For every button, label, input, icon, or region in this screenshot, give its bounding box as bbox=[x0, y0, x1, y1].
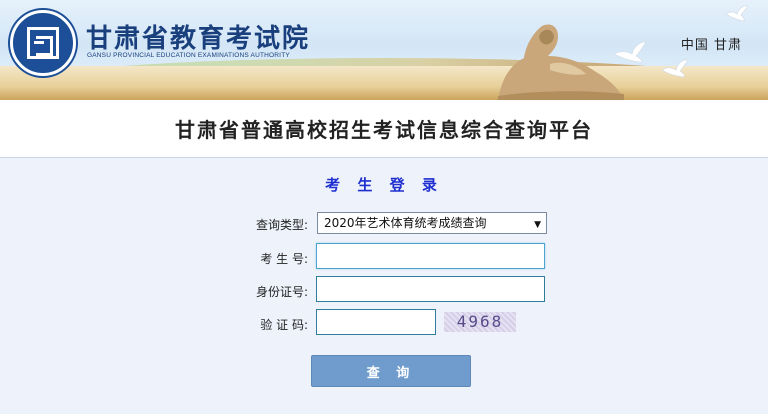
id-no-label: 身份证号: bbox=[255, 285, 308, 299]
org-name-en: GANSU PROVINCIAL EDUCATION EXAMINATIONS … bbox=[87, 52, 290, 59]
title-bar: 甘肃省普通高校招生考试信息综合查询平台 bbox=[0, 100, 768, 158]
org-name: 甘肃省教育考试院 bbox=[86, 24, 311, 54]
header-banner: 甘肃省教育考试院 GANSU PROVINCIAL EDUCATION EXAM… bbox=[0, 0, 768, 100]
region-text: 中国 甘肃 bbox=[680, 38, 742, 53]
captcha-input[interactable] bbox=[316, 309, 436, 335]
captcha-label: 验 证 码: bbox=[260, 318, 308, 332]
login-heading: 考 生 登 录 bbox=[325, 176, 443, 194]
dove-icon bbox=[661, 59, 689, 78]
id-no-input[interactable] bbox=[316, 276, 545, 302]
candidate-no-input[interactable] bbox=[316, 243, 545, 269]
exam-authority-seal-icon bbox=[10, 10, 76, 76]
mother-river-statue-icon bbox=[498, 24, 624, 100]
captcha-image[interactable]: 4968 bbox=[444, 312, 516, 332]
dropdown-arrow-icon: ▼ bbox=[534, 220, 541, 230]
query-type-value: 2020年艺术体育统考成绩查询 bbox=[324, 216, 487, 230]
query-type-label: 查询类型: bbox=[255, 218, 308, 232]
dove-icon bbox=[613, 41, 647, 63]
dove-icon bbox=[725, 5, 749, 22]
banner-horizon bbox=[0, 66, 768, 100]
candidate-no-label: 考 生 号: bbox=[260, 252, 308, 266]
page-title: 甘肃省普通高校招生考试信息综合查询平台 bbox=[175, 118, 593, 142]
query-type-select[interactable]: 2020年艺术体育统考成绩查询 ▼ bbox=[317, 212, 547, 234]
query-button[interactable]: 查 询 bbox=[311, 355, 471, 387]
